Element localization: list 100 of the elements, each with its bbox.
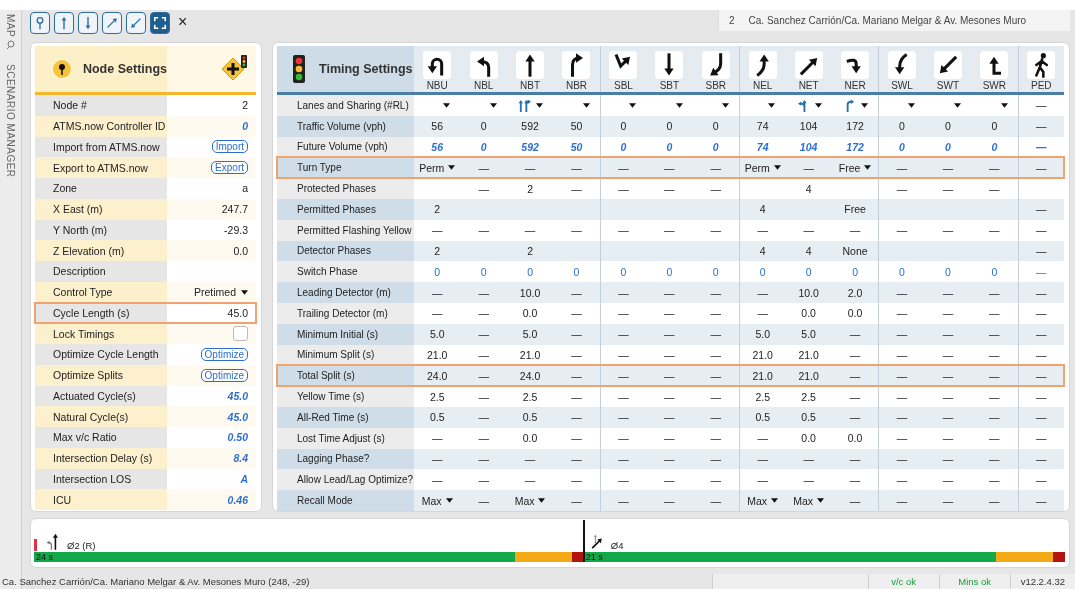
row-label: Optimize Splits <box>35 364 167 386</box>
table-cell: 0 <box>480 120 487 133</box>
table-cell: — <box>618 432 629 445</box>
table-cell: — <box>757 286 768 299</box>
table-cell: — <box>989 328 1000 341</box>
table-cell: — <box>431 452 443 465</box>
cell-dropdown[interactable]: Perm <box>740 157 786 179</box>
table-cell: 5.0 <box>801 328 816 341</box>
caret-icon <box>814 102 822 108</box>
table-cell: 0 <box>527 265 533 278</box>
table-cell: — <box>478 452 489 465</box>
table-cell: — <box>664 307 675 320</box>
cell-dropdown[interactable]: Max <box>506 490 554 511</box>
row-label: Lock Timings <box>35 323 167 344</box>
table-cell: — <box>664 432 675 445</box>
sidebar-tab[interactable]: MAP <box>5 14 16 51</box>
caret-icon <box>443 102 451 108</box>
cell-dropdown[interactable]: Free <box>831 157 879 179</box>
close-button[interactable]: × <box>174 12 192 32</box>
table-cell: — <box>757 224 768 237</box>
table-cell: 2.5 <box>755 390 770 403</box>
table-cell: — <box>571 348 582 361</box>
table-cell: 172 <box>846 141 864 153</box>
table-cell: 24.0 <box>519 369 541 382</box>
table-cell: 56 <box>431 120 444 133</box>
caret-icon <box>954 102 962 108</box>
table-cell: — <box>710 224 721 237</box>
table-cell: — <box>757 307 768 320</box>
table-cell: — <box>571 369 582 382</box>
row-label: Lanes and Sharing (#RL) <box>277 95 414 116</box>
status-check: Mins ok <box>938 574 1010 589</box>
table-cell: 2.5 <box>522 390 538 403</box>
toolbar-button[interactable] <box>102 12 122 34</box>
table-cell: — <box>710 473 721 486</box>
table-cell: — <box>1036 286 1047 299</box>
cell-dropdown[interactable]: Perm <box>414 157 461 179</box>
pin-icon <box>51 58 73 80</box>
table-cell: 5.0 <box>429 328 445 341</box>
table-cell: — <box>710 161 721 174</box>
table-cell: — <box>942 473 954 486</box>
cell-dropdown[interactable]: Max <box>740 490 786 511</box>
caret-icon <box>629 102 637 108</box>
location-tab[interactable]: 2 Ca. Sanchez Carrión/Ca. Mariano Melgar & Av. Mesones Muro <box>718 10 1070 31</box>
cell-dropdown[interactable]: Max <box>414 490 461 511</box>
table-cell: 592 <box>521 120 539 133</box>
table-cell: — <box>618 411 629 424</box>
table-cell: — <box>618 161 629 174</box>
input-field[interactable]: 45.0 <box>188 306 248 319</box>
table-cell: — <box>524 452 536 465</box>
toolbar-button[interactable] <box>30 12 50 34</box>
go-interval: 21 s <box>583 552 996 562</box>
table-cell: 2.5 <box>429 390 445 403</box>
table-cell: — <box>849 473 861 486</box>
table-cell: 0 <box>666 265 673 278</box>
table-cell: — <box>989 224 1000 237</box>
table-cell: 0.0 <box>847 432 863 445</box>
table-cell: — <box>989 182 1000 195</box>
sidebar-tab[interactable]: SCENARIO MANAGER <box>5 64 16 178</box>
table-cell: — <box>478 390 489 403</box>
toolbar-button[interactable] <box>54 12 74 34</box>
table-cell: 0 <box>899 265 905 278</box>
action-button[interactable]: Import <box>211 140 248 154</box>
action-button[interactable]: Optimize <box>200 347 248 361</box>
toolbar-button[interactable] <box>126 12 146 34</box>
row-label: Leading Detector (m) <box>277 282 414 303</box>
table-cell: — <box>478 411 489 424</box>
toolbar-button[interactable] <box>78 12 98 34</box>
table-cell: 5.0 <box>755 328 770 341</box>
expand-icon <box>153 16 167 30</box>
table-cell: 2.0 <box>847 286 863 299</box>
toolbar-button[interactable] <box>150 12 170 34</box>
table-cell: — <box>618 452 629 465</box>
row-label: Natural Cycle(s) <box>35 406 167 427</box>
row-label: Z Elevation (m) <box>35 240 167 261</box>
table-cell: None <box>842 244 868 257</box>
table-cell: 24.0 <box>427 369 448 382</box>
traffic-light-icon <box>293 55 305 83</box>
table-cell: — <box>942 411 954 424</box>
computed-value: 45.0 <box>227 410 248 423</box>
status-location: Ca. Sanchez Carrión/Ca. Mariano Melgar & Av. Mesones Muro (248, -29) <box>1 575 311 589</box>
caret-icon <box>445 498 453 504</box>
table-cell: — <box>431 224 443 237</box>
table-cell: — <box>710 390 721 403</box>
table-cell: — <box>710 432 721 445</box>
table-cell: — <box>664 390 675 403</box>
action-button[interactable]: Optimize <box>200 368 248 382</box>
table-cell: — <box>849 411 861 424</box>
table-cell: — <box>849 328 861 341</box>
movement-label: SBR <box>705 80 727 91</box>
table-cell: — <box>849 348 861 361</box>
table-cell: — <box>803 452 814 465</box>
row-label: Protected Phases <box>277 178 414 199</box>
table-cell: 0 <box>899 120 905 133</box>
table-cell: — <box>478 369 489 382</box>
cell-dropdown[interactable]: Max <box>785 490 832 511</box>
table-cell: 0 <box>899 141 905 153</box>
movement-label: NER <box>844 80 866 91</box>
caret-icon <box>489 102 497 108</box>
action-button[interactable]: Export <box>211 161 248 175</box>
checkbox[interactable] <box>233 326 248 342</box>
